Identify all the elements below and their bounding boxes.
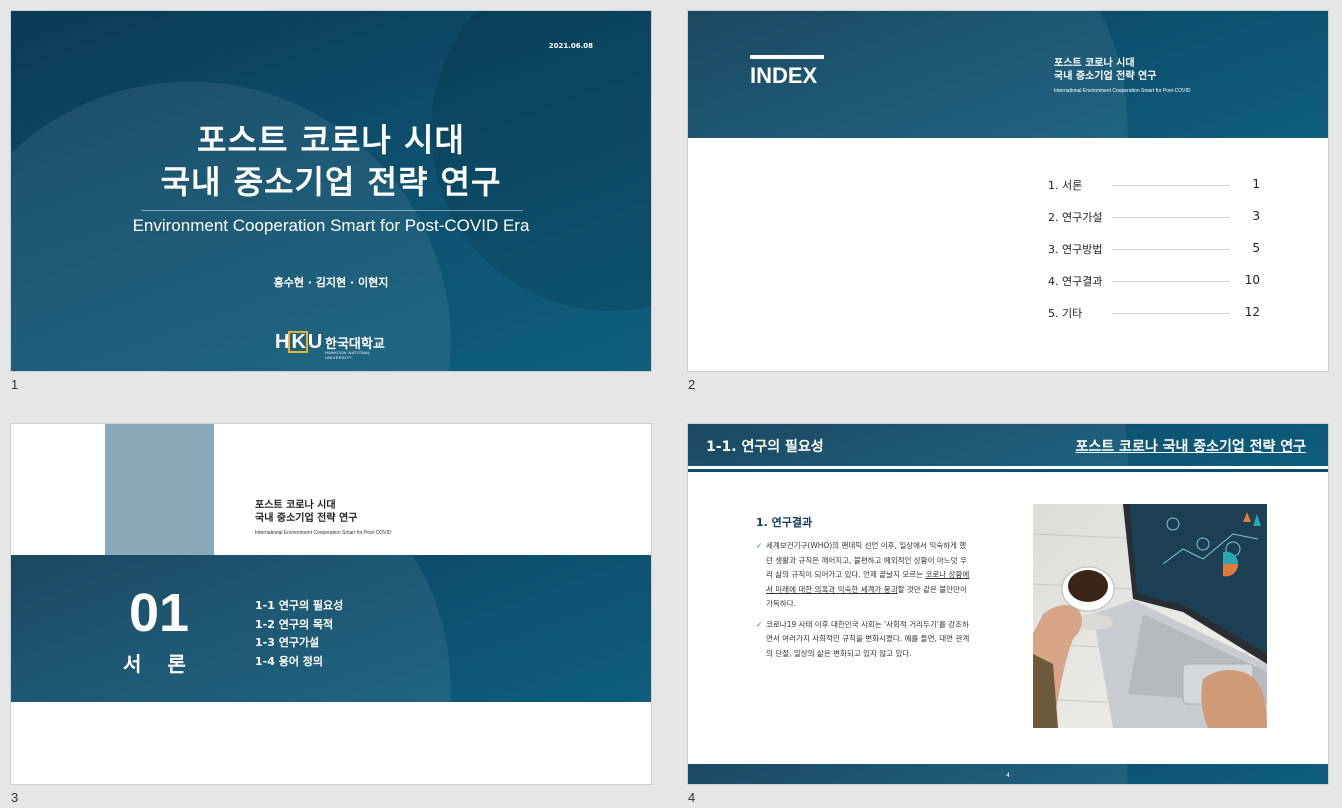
- slide-number-label-2: 2: [688, 377, 696, 392]
- index-deck-title-line-2: 국내 중소기업 전략 연구: [1054, 71, 1157, 82]
- section-accent-pillar: [105, 424, 214, 555]
- slide-number-label-3: 3: [11, 790, 19, 805]
- presentation-date: 2021.06.08: [548, 42, 593, 50]
- index-heading: INDEX: [750, 63, 818, 88]
- toc-label: 2. 연구가설: [1048, 211, 1103, 224]
- toc-page: 1: [1252, 177, 1260, 191]
- bullet-item-2: ✓ 코로나19 사태 이후 대한민국 사회는 '사회적 거리두기'를 강조하면서…: [756, 618, 970, 662]
- section-deck-title-line-1: 포스트 코로나 시대: [255, 500, 336, 511]
- toc-label: 4. 연구결과: [1048, 275, 1103, 288]
- slide-thumbnail-3[interactable]: 포스트 코로나 시대 국내 중소기업 전략 연구 International E…: [10, 423, 652, 785]
- header-divider-teal: [688, 469, 1328, 472]
- hku-logo-mark: HKU: [275, 331, 322, 353]
- bullet-text: 코로나19 사태 이후 대한민국 사회는 '사회적 거리두기'를 강조하면서 여…: [766, 619, 970, 658]
- index-deck-title-line-1: 포스트 코로나 시대: [1054, 58, 1135, 69]
- toc-leader-line: [1112, 313, 1230, 314]
- toc-item-3: 3. 연구방법 5: [1048, 241, 1260, 273]
- content-bullets: ✓ 세계보건기구(WHO)의 팬데믹 선언 이후, 일상에서 익숙하게 했던 생…: [756, 539, 970, 667]
- index-accent-bar: [750, 55, 824, 59]
- slide-number-label-1: 1: [11, 377, 19, 392]
- title-divider: [141, 210, 523, 211]
- toc-page: 3: [1252, 209, 1260, 223]
- title-line-2: 국내 중소기업 전략 연구: [160, 163, 502, 201]
- toc-label: 1. 서론: [1048, 179, 1083, 192]
- section-deck-subtitle: International Environment Cooperation Sm…: [255, 530, 392, 536]
- toc-item-5: 5. 기타 12: [1048, 305, 1260, 337]
- toc-label: 3. 연구방법: [1048, 243, 1103, 256]
- content-section-title: 1-1. 연구의 필요성: [706, 439, 824, 455]
- section-deck-title: 포스트 코로나 시대 국내 중소기업 전략 연구: [255, 499, 357, 525]
- content-deck-title: 포스트 코로나 국내 중소기업 전략 연구: [1075, 439, 1306, 455]
- university-logo: HKU 한국대학교 HANKOOK NATIONAL UNIVERSITY: [275, 331, 395, 360]
- bullet-item-1: ✓ 세계보건기구(WHO)의 팬데믹 선언 이후, 일상에서 익숙하게 했던 생…: [756, 539, 970, 612]
- toc-item-1: 1. 서론 1: [1048, 177, 1260, 209]
- section-item: 1-1 연구의 필요성: [255, 599, 344, 612]
- check-icon: ✓: [756, 619, 763, 629]
- check-icon: ✓: [756, 541, 763, 550]
- toc-leader-line: [1112, 249, 1230, 250]
- section-item: 1-3 연구가설: [255, 636, 320, 649]
- section-number: 01: [129, 583, 190, 643]
- section-item: 1-2 연구의 목적: [255, 617, 334, 631]
- header-divider-white: [688, 466, 1328, 468]
- toc-page: 10: [1244, 273, 1260, 287]
- content-heading: 1. 연구결과: [756, 516, 813, 529]
- slide-thumbnail-4[interactable]: 1-1. 연구의 필요성 포스트 코로나 국내 중소기업 전략 연구 1. 연구…: [687, 423, 1329, 785]
- toc-label: 5. 기타: [1048, 307, 1083, 320]
- presentation-title: 포스트 코로나 시대 국내 중소기업 전략 연구: [11, 119, 651, 203]
- presentation-subtitle: Environment Cooperation Smart for Post-C…: [132, 216, 530, 235]
- toc-leader-line: [1112, 185, 1230, 186]
- toc-item-4: 4. 연구결과 10: [1048, 273, 1260, 305]
- authors: 홍수현 · 김지현 · 이현지: [273, 276, 389, 289]
- index-deck-title: 포스트 코로나 시대 국내 중소기업 전략 연구: [1054, 57, 1156, 83]
- slide-thumbnail-1[interactable]: 2021.06.08 포스트 코로나 시대 국내 중소기업 전략 연구 Envi…: [10, 10, 652, 372]
- slide-thumbnail-2[interactable]: INDEX 포스트 코로나 시대 국내 중소기업 전략 연구 Internati…: [687, 10, 1329, 372]
- title-line-1: 포스트 코로나 시대: [197, 121, 465, 159]
- slide-number-label-4: 4: [688, 790, 696, 805]
- laptop-coffee-photo: [1033, 504, 1267, 728]
- section-items: 1-1 연구의 필요성 1-2 연구의 목적 1-3 연구가설 1-4 용어 정…: [255, 597, 343, 671]
- toc-leader-line: [1112, 281, 1230, 282]
- section-deck-title-line-2: 국내 중소기업 전략 연구: [255, 513, 358, 524]
- logo-english-name: HANKOOK NATIONAL UNIVERSITY: [325, 350, 371, 360]
- content-page-number: 4: [1006, 772, 1010, 779]
- laptop-coffee-illustration: [1033, 504, 1267, 728]
- toc-page: 5: [1252, 241, 1260, 255]
- section-item: 1-4 용어 정의: [255, 654, 324, 668]
- toc-page: 12: [1244, 305, 1260, 319]
- index-deck-subtitle: International Environment Cooperation Sm…: [1054, 88, 1191, 94]
- table-of-contents: 1. 서론 1 2. 연구가설 3 3. 연구방법 5 4. 연구결과 10 5…: [1048, 177, 1260, 337]
- section-name: 서론: [123, 652, 212, 676]
- toc-leader-line: [1112, 217, 1230, 218]
- toc-item-2: 2. 연구가설 3: [1048, 209, 1260, 241]
